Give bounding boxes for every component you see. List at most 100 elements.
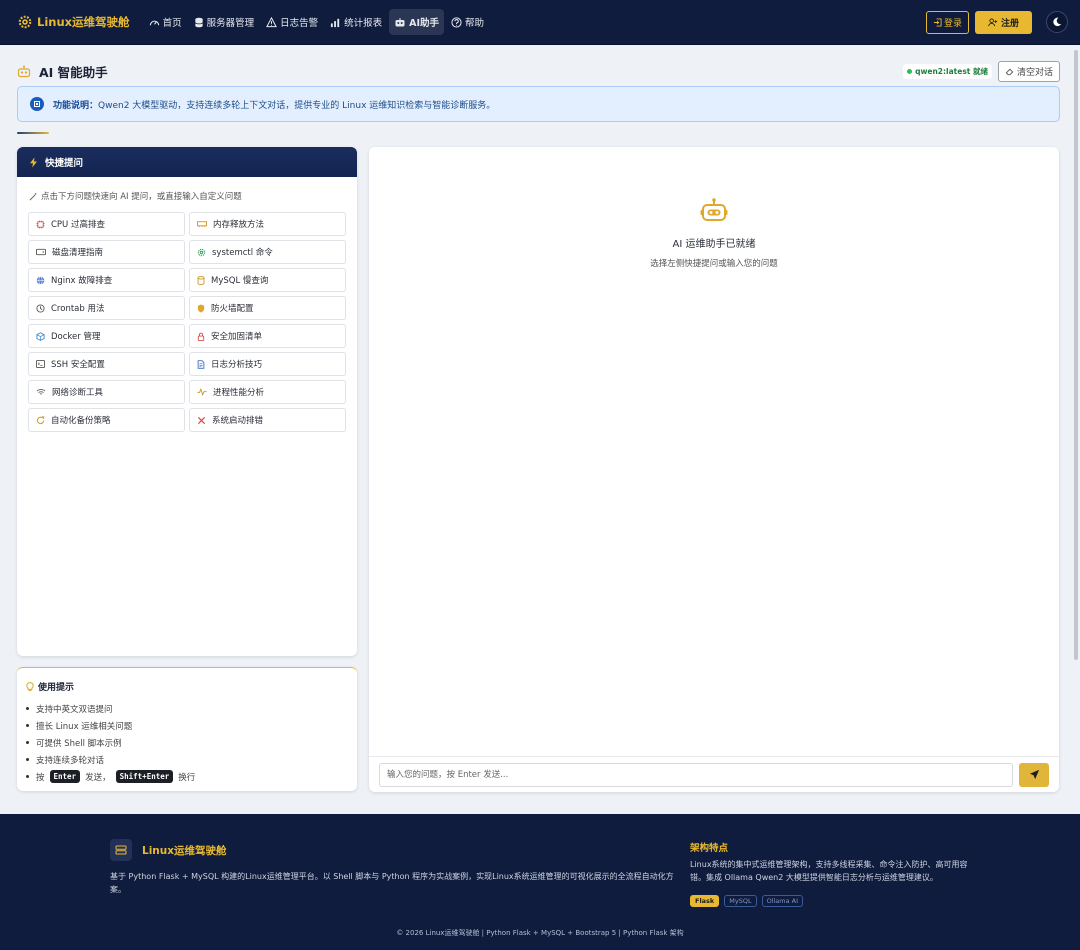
quick-question-firewall[interactable]: 防火墙配置 (189, 296, 346, 320)
quick-question-label: 系统启动排错 (212, 416, 264, 426)
quick-question-crontab[interactable]: Crontab 用法 (28, 296, 185, 320)
quick-question-memory[interactable]: 内存释放方法 (189, 212, 346, 236)
robot-icon (17, 64, 31, 77)
accent-divider (17, 132, 49, 134)
quick-question-network[interactable]: 网络诊断工具 (28, 380, 185, 404)
dashboard-icon (149, 20, 159, 25)
login-button[interactable]: 登录 (925, 10, 969, 34)
clear-chat-label: 清空对话 (1016, 67, 1053, 78)
list-item: 按 Enter 发送， Shift+Enter 换行 (26, 768, 357, 785)
clock-icon (36, 303, 45, 313)
quick-question-docker[interactable]: Docker 管理 (28, 324, 185, 348)
quick-question-backup[interactable]: 自动化备份策略 (28, 408, 185, 432)
page-title: AI 智能助手 (17, 62, 108, 81)
shift-enter-key-badge: Shift+Enter (115, 770, 174, 783)
banner-description: Qwen2 大模型驱动，支持连续多轮上下文对话，提供专业的 Linux 运维知识… (98, 100, 496, 111)
quick-question-label: Nginx 故障排查 (51, 276, 113, 286)
quick-question-process[interactable]: 进程性能分析 (189, 380, 346, 404)
quick-question-cpu[interactable]: CPU 过高排查 (28, 212, 185, 236)
send-button[interactable] (1019, 762, 1049, 787)
quick-question-label: 安全加固清单 (211, 332, 263, 342)
lock-icon (197, 332, 205, 341)
list-item: 支持连续多轮对话 (26, 751, 357, 768)
memory-icon (197, 221, 207, 228)
quick-question-systemctl[interactable]: systemctl 命令 (189, 240, 346, 264)
list-item: 可提供 Shell 脚本示例 (26, 734, 357, 751)
quick-question-boot[interactable]: 系统启动排错 (189, 408, 346, 432)
eraser-icon (1005, 68, 1014, 75)
shield-icon (197, 303, 205, 313)
footer-copyright: © 2026 Linux运维驾驶舱 | Python Flask + MySQL… (396, 929, 684, 937)
chip-icon (30, 97, 44, 111)
moon-icon (1053, 17, 1062, 27)
quick-question-label: MySQL 慢查询 (211, 276, 269, 286)
page-scrollbar[interactable] (1073, 45, 1079, 665)
quick-question-disk[interactable]: 磁盘清理指南 (28, 240, 185, 264)
quick-questions-panel: 快捷提问 点击下方问题快速向 AI 提问，或直接输入自定义问题 CPU 过高排查… (17, 147, 357, 656)
usage-tips-title: 使用提示 (26, 680, 357, 693)
top-navbar: Linux运维驾驶舱 首页 服务器管理 日志告警 统计报表 AI助手 帮助 登录… (0, 0, 1080, 45)
lightning-icon (30, 157, 37, 167)
box-icon (36, 331, 45, 341)
tag-flask: Flask (690, 895, 720, 907)
quick-question-nginx[interactable]: Nginx 故障排查 (28, 268, 185, 292)
activity-icon (197, 388, 207, 396)
footer-brand: Linux运维驾驶舱 (110, 839, 227, 861)
chat-input-bar (369, 756, 1059, 792)
send-icon (1029, 769, 1039, 780)
usage-tips-panel: 使用提示 支持中英文双语提问 擅长 Linux 运维相关问题 可提供 Shell… (17, 667, 357, 791)
bar-chart-icon (331, 18, 340, 27)
quick-question-label: 日志分析技巧 (211, 360, 263, 370)
quick-question-label: systemctl 命令 (212, 248, 273, 258)
quick-question-hardening[interactable]: 安全加固清单 (189, 324, 346, 348)
chat-empty-subtitle: 选择左侧快捷提问或输入您的问题 (650, 259, 778, 269)
nav-reports[interactable]: 统计报表 (325, 9, 387, 35)
nav-servers[interactable]: 服务器管理 (189, 9, 260, 35)
page-title-text: AI 智能助手 (39, 64, 108, 80)
banner-text: 功能说明：Qwen2 大模型驱动，支持连续多轮上下文对话，提供专业的 Linux… (53, 98, 495, 111)
login-label: 登录 (943, 18, 962, 29)
cpu-icon (36, 219, 45, 229)
brand-logo[interactable]: Linux运维驾驶舱 (18, 14, 130, 30)
scrollbar-thumb[interactable] (1074, 50, 1078, 660)
nav-logs[interactable]: 日志告警 (261, 9, 323, 35)
quick-question-mysql[interactable]: MySQL 慢查询 (189, 268, 346, 292)
globe-icon (36, 275, 45, 285)
refresh-icon (36, 415, 45, 424)
nav-ai-assistant[interactable]: AI助手 (389, 9, 445, 35)
help-icon (451, 16, 462, 28)
status-dot-icon (907, 68, 913, 74)
register-label: 注册 (1000, 18, 1019, 29)
enter-key-badge: Enter (49, 770, 81, 783)
brand-name: Linux运维驾驶舱 (37, 15, 130, 29)
model-status-badge: qwen2:latest 就绪 (903, 63, 992, 79)
quick-questions-header: 快捷提问 (17, 147, 357, 177)
database-icon (194, 17, 203, 27)
quick-question-label: 网络诊断工具 (52, 388, 104, 398)
nav-home-label: 首页 (162, 18, 182, 29)
login-icon (933, 17, 942, 27)
clear-chat-button[interactable]: 清空对话 (997, 60, 1060, 82)
nav-actions: 登录 注册 (925, 10, 1068, 34)
chat-message-input[interactable] (379, 762, 1013, 787)
tag-mysql: MySQL (724, 895, 757, 907)
quick-question-ssh[interactable]: SSH 安全配置 (28, 352, 185, 376)
gear-icon (197, 248, 206, 256)
quick-question-label: SSH 安全配置 (51, 360, 105, 370)
magic-wand-icon (29, 192, 37, 200)
quick-question-label: 磁盘清理指南 (52, 248, 104, 258)
page-header: AI 智能助手 qwen2:latest 就绪 清空对话 (17, 60, 1060, 82)
quick-hint: 点击下方问题快速向 AI 提问，或直接输入自定义问题 (29, 190, 357, 202)
footer-tags: Flask MySQL Ollama AI (690, 895, 804, 907)
nav-ai-label: AI助手 (409, 18, 440, 29)
nav-help[interactable]: 帮助 (446, 9, 489, 35)
quick-question-log-analysis[interactable]: 日志分析技巧 (189, 352, 346, 376)
register-button[interactable]: 注册 (974, 10, 1032, 34)
gear-icon (18, 15, 32, 29)
usage-tips-title-text: 使用提示 (38, 683, 75, 693)
quick-question-label: CPU 过高排查 (51, 220, 105, 230)
footer-brand-name: Linux运维驾驶舱 (142, 844, 227, 857)
nav-reports-label: 统计报表 (344, 18, 383, 29)
nav-home[interactable]: 首页 (144, 9, 187, 35)
theme-toggle-button[interactable] (1046, 11, 1068, 33)
